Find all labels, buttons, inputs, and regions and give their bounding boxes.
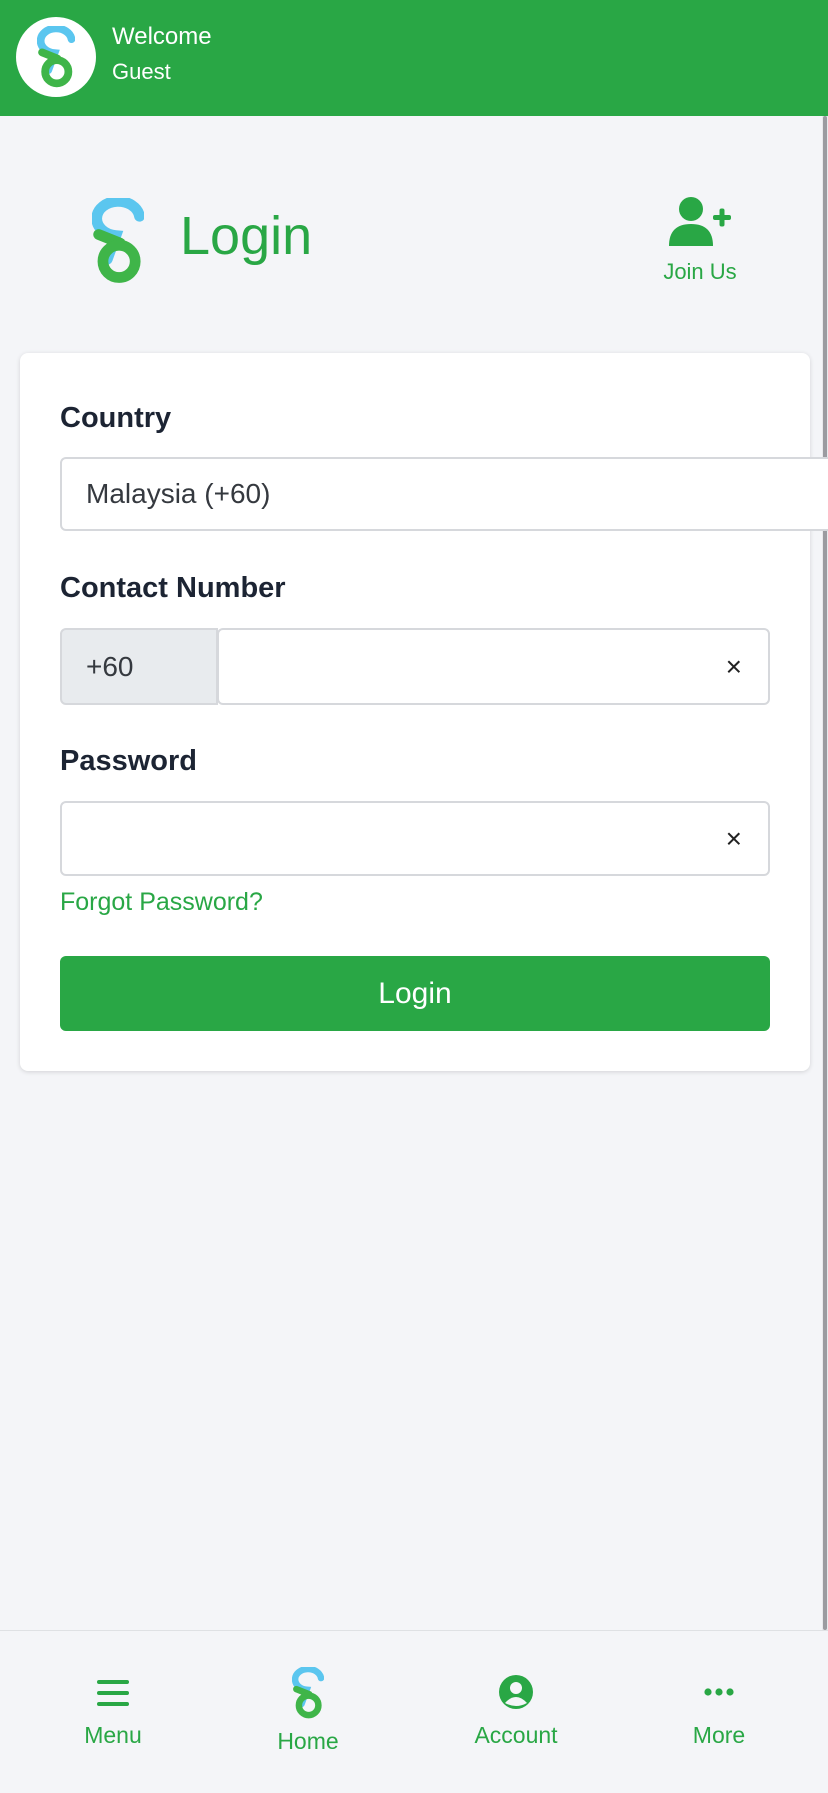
nav-label-more: More — [692, 1722, 746, 1748]
nav-label-home: Home — [277, 1728, 339, 1754]
country-code-prefix: +60 — [60, 628, 218, 705]
brand-logo-icon — [91, 195, 145, 283]
user-plus-icon — [669, 197, 731, 246]
avatar[interactable] — [16, 17, 96, 97]
ellipsis-icon — [704, 1688, 734, 1696]
forgot-password-link[interactable]: Forgot Password? — [60, 885, 263, 919]
password-field[interactable]: × — [60, 801, 770, 876]
country-label: Country — [60, 402, 172, 434]
brand-logo-icon — [37, 26, 75, 88]
brand-logo-icon — [292, 1667, 324, 1719]
join-us-label: Join Us — [663, 259, 737, 284]
hamburger-menu-icon — [97, 1680, 129, 1706]
nav-label-account: Account — [474, 1722, 558, 1748]
clear-contact-icon[interactable]: × — [726, 652, 742, 681]
welcome-text: Welcome — [112, 23, 212, 50]
top-header: Welcome Guest — [0, 0, 828, 116]
page-logo — [91, 195, 145, 289]
nav-item-menu[interactable]: Menu — [43, 1631, 183, 1793]
page-title: Login — [180, 206, 313, 266]
contact-number-field[interactable]: × — [217, 628, 819, 705]
scrollbar[interactable] — [822, 116, 828, 1630]
nav-label-menu: Menu — [84, 1722, 142, 1748]
bottom-nav: Menu Home Account More — [0, 1630, 828, 1793]
user-name: Guest — [112, 59, 171, 84]
user-circle-icon — [499, 1675, 533, 1709]
country-select[interactable]: Malaysia (+60) — [60, 457, 828, 531]
nav-item-home[interactable]: Home — [238, 1631, 378, 1793]
nav-item-account[interactable]: Account — [446, 1631, 586, 1793]
password-input[interactable] — [62, 803, 662, 874]
password-label: Password — [60, 745, 197, 777]
login-button[interactable]: Login — [60, 956, 770, 1031]
nav-item-more[interactable]: More — [649, 1631, 789, 1793]
join-us-button[interactable]: Join Us — [650, 196, 750, 287]
clear-password-icon[interactable]: × — [726, 824, 742, 853]
contact-number-label: Contact Number — [60, 572, 286, 604]
scrollbar-thumb[interactable] — [823, 116, 827, 1630]
